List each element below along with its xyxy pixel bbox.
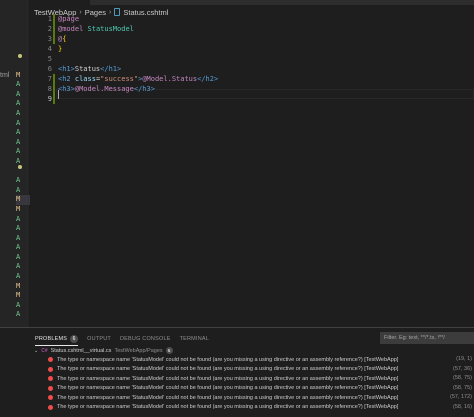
line-number: 2 [47,25,52,33]
panel-left-filler [0,327,30,417]
code-line-6: <h1>Status</h1> [58,65,122,73]
error-icon [48,357,53,363]
error-icon [48,385,53,391]
error-icon [48,366,53,372]
problems-group-path: TestWebApp/Pages [114,347,163,354]
problems-panel: PROBLEMS 6 OUTPUT DEBUG CONSOLE TERMINAL… [30,327,474,417]
git-status-letter: A [16,89,21,98]
problems-list: The type or namespace name 'StatusModel'… [48,355,472,412]
problem-message: The type or namespace name 'StatusModel'… [57,375,399,382]
git-status-letter: A [16,156,21,165]
problem-row[interactable]: The type or namespace name 'StatusModel'… [48,393,472,403]
line-number: 3 [47,35,52,43]
tab-problems[interactable]: PROBLEMS 6 [35,332,79,346]
git-status-letter [16,167,30,177]
unsaved-dot-icon [18,54,22,58]
code-line-8: <h3>@Model.Message</h3> [58,85,155,93]
git-status-letter: A [16,118,21,127]
git-status-letter: A [16,176,21,185]
git-status-letter: A [16,128,21,137]
git-status-letter: A [16,300,21,309]
problem-message: The type or namespace name 'StatusModel'… [57,404,399,411]
problem-message: The type or namespace name 'StatusModel'… [57,394,399,401]
git-status-letter: A [16,185,21,194]
problems-filter-input[interactable]: Filter. Eg: text, **/*.ts, !**/ [380,332,474,344]
error-icon [48,376,53,382]
problem-row[interactable]: The type or namespace name 'StatusModel'… [48,355,472,365]
line-number: 4 [47,45,52,53]
git-status-letter: A [16,147,21,156]
git-status-letter: A [16,243,21,252]
tab-terminal[interactable]: TERMINAL [180,332,209,346]
tab-debug-console[interactable]: DEBUG CONSOLE [120,332,171,346]
line-number: 8 [47,85,52,93]
problem-row[interactable]: The type or namespace name 'StatusModel'… [48,374,472,384]
problem-row[interactable]: The type or namespace name 'StatusModel'… [48,364,472,374]
error-icon [48,404,53,410]
git-status-letter: M [16,195,30,205]
git-status-letter: A [16,224,21,233]
problem-location: (57, 172) [447,393,472,403]
explorer-file-label[interactable]: tml [0,72,9,79]
added-lines-indicator [53,14,55,44]
problem-location: (19, 1) [454,355,472,365]
git-status-letter: M [16,204,21,213]
line-number: 1 [47,15,52,23]
code-line-1: @page [58,15,80,23]
line-number: 6 [47,65,52,73]
problem-location: (57, 36) [451,364,472,374]
problem-row[interactable]: The type or namespace name 'StatusModel'… [48,402,472,412]
line-number: 5 [47,55,52,63]
git-status-letter: A [16,310,21,319]
git-status-letter [16,61,30,71]
git-status-letter: A [16,137,21,146]
editor-area[interactable]: TestWebApp › Pages › Status.cshtml 12345… [30,0,474,327]
line-number-gutter: 1 2 3 4 5 6 7 8 9 [30,14,52,104]
git-status-letter: A [16,80,21,89]
git-status-letter: A [16,99,21,108]
problem-message: The type or namespace name 'StatusModel'… [57,366,399,373]
line-number: 9 [47,95,52,103]
editor-tab-active[interactable] [30,0,90,5]
problem-message: The type or namespace name 'StatusModel'… [57,385,399,392]
problem-location: (58, 16) [451,402,472,412]
problem-row[interactable]: The type or namespace name 'StatusModel'… [48,383,472,393]
tab-output[interactable]: OUTPUT [87,332,111,346]
panel-tabs: PROBLEMS 6 OUTPUT DEBUG CONSOLE TERMINAL [35,332,209,346]
added-lines-indicator [53,74,55,104]
editor-tab-strip [30,0,474,5]
explorer-sidebar: tml MAAAAAAAAAAAMMAAAAAAAMMAA [0,0,30,327]
git-status-letter: A [16,262,21,271]
code-line-2: @model StatusModel [58,25,134,33]
git-status-letter: A [16,214,21,223]
problems-count-badge: 6 [70,334,79,343]
problems-file-group[interactable]: ⌄ C# Status.cshtml__virtual.cs TestWebAp… [34,346,173,355]
git-status-letter: A [16,252,21,261]
error-icon [48,395,53,401]
code-line-4: } [58,45,63,53]
git-status-letter: M [16,281,21,290]
problem-message: The type or namespace name 'StatusModel'… [57,356,399,363]
problem-location: (58, 75) [451,383,472,393]
problems-group-count: 6 [165,347,173,354]
vscode-window: tml MAAAAAAAAAAAMMAAAAAAAMMAA TestWebApp… [0,0,474,417]
csharp-file-icon: C# [41,347,48,354]
git-status-letter: A [16,272,21,281]
git-status-letter: M [16,70,21,79]
code-line-7: <h2 class="success">@Model.Status</h2> [58,75,219,83]
git-status-letter: A [16,108,21,117]
git-status-letter: M [16,291,21,300]
git-status-column: MAAAAAAAAAAAMMAAAAAAAMMAA [16,61,30,320]
chevron-down-icon: ⌄ [34,347,39,354]
problems-group-file: Status.cshtml__virtual.cs [50,347,112,354]
line-number: 7 [47,75,52,83]
problem-location: (58, 75) [451,374,472,384]
git-status-letter: A [16,233,21,242]
code-line-3: @{ [58,35,67,43]
code-content[interactable]: @page @model StatusModel @{ } <h1>Status… [58,14,218,104]
